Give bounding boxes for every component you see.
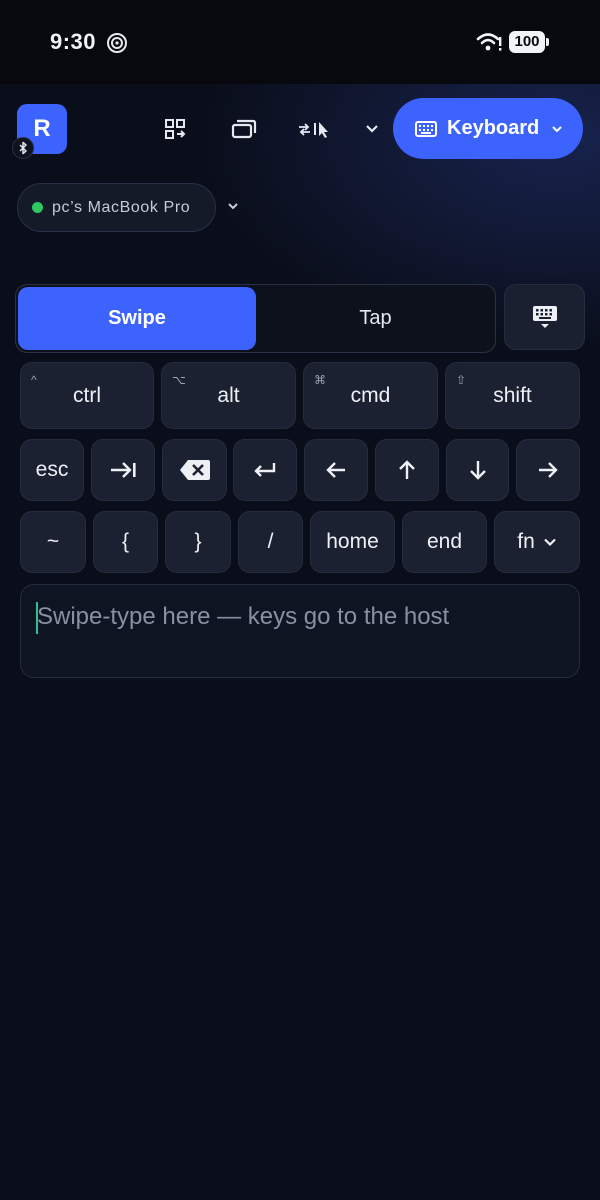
device-selector[interactable]: pc’s MacBook Pro	[17, 183, 216, 232]
qr-scan-icon[interactable]	[160, 114, 190, 144]
chevron-down-icon	[543, 538, 556, 547]
keyboard-icon	[415, 120, 437, 137]
battery-icon: 100	[509, 31, 549, 53]
tab-key[interactable]	[91, 439, 155, 501]
hide-keyboard-button[interactable]	[504, 284, 585, 350]
backspace-icon	[179, 460, 210, 480]
cmd-symbol: ⌘	[314, 373, 326, 387]
shift-symbol: ⇧	[456, 373, 467, 387]
end-key[interactable]: end	[402, 511, 487, 573]
input-mode-toggle: Swipe Tap	[15, 284, 496, 353]
chevron-down-icon[interactable]	[357, 114, 387, 144]
home-label: home	[326, 530, 379, 553]
arrow-right-key[interactable]	[516, 439, 580, 501]
tab-tap[interactable]: Tap	[258, 287, 493, 350]
fn-label: fn	[517, 530, 535, 553]
ctrl-symbol: ^	[31, 373, 37, 387]
left-brace-key[interactable]: {	[93, 511, 158, 573]
connection-status-dot	[32, 202, 43, 213]
keyboard-hide-icon	[532, 306, 557, 328]
shift-key[interactable]: ⇧ shift	[445, 362, 580, 429]
right-brace-key[interactable]: }	[165, 511, 231, 573]
tab-icon	[111, 462, 136, 478]
swipe-input-placeholder: Swipe-type here — keys go to the host	[37, 603, 450, 630]
arrow-left-key[interactable]	[304, 439, 368, 501]
logo-letter: R	[33, 115, 51, 142]
chevron-down-icon	[552, 125, 562, 132]
status-bar: 9:30 100	[0, 0, 600, 84]
hotspot-icon	[107, 33, 127, 53]
cmd-label: cmd	[350, 383, 391, 407]
arrow-left-icon	[326, 462, 345, 478]
backspace-key[interactable]	[162, 439, 227, 501]
ctrl-label: ctrl	[73, 383, 101, 407]
chevron-down-icon[interactable]	[225, 198, 241, 214]
left-brace-label: {	[121, 530, 129, 553]
battery-tip	[546, 38, 549, 46]
fn-key[interactable]: fn	[494, 511, 580, 573]
enter-icon	[254, 463, 276, 477]
tilde-label: ~	[46, 530, 60, 553]
windows-icon[interactable]	[229, 114, 259, 144]
keyboard-mode-button[interactable]: Keyboard	[393, 98, 583, 159]
enter-key[interactable]	[233, 439, 297, 501]
esc-key[interactable]: esc	[20, 439, 84, 501]
tab-swipe[interactable]: Swipe	[18, 287, 256, 350]
slash-label: /	[267, 530, 274, 553]
tilde-key[interactable]: ~	[20, 511, 86, 573]
right-brace-label: }	[194, 530, 202, 553]
ctrl-key[interactable]: ^ ctrl	[20, 362, 154, 429]
keyboard-mode-label: Keyboard	[447, 117, 540, 139]
shift-label: shift	[493, 383, 532, 407]
arrow-down-icon	[469, 461, 486, 480]
alt-label: alt	[217, 383, 240, 407]
alt-key[interactable]: ⌥ alt	[161, 362, 296, 429]
wifi-icon	[476, 33, 502, 51]
arrow-right-icon	[539, 462, 558, 478]
bluetooth-icon	[12, 137, 34, 159]
cmd-key[interactable]: ⌘ cmd	[303, 362, 438, 429]
arrow-up-icon	[399, 460, 415, 479]
arrow-up-key[interactable]	[375, 439, 439, 501]
battery-level: 100	[509, 31, 545, 53]
swap-cursor-icon[interactable]	[297, 114, 331, 144]
swipe-input[interactable]: Swipe-type here — keys go to the host	[20, 584, 580, 678]
end-label: end	[426, 530, 463, 553]
clock: 9:30	[50, 29, 97, 54]
home-key[interactable]: home	[310, 511, 395, 573]
app-screen: 9:30 100 R Keyboard pc’s MacBook Pro Swi…	[0, 0, 600, 1200]
alt-symbol: ⌥	[172, 373, 186, 387]
arrow-down-key[interactable]	[446, 439, 509, 501]
slash-key[interactable]: /	[238, 511, 303, 573]
device-name: pc’s MacBook Pro	[52, 198, 191, 216]
esc-label: esc	[35, 458, 69, 481]
